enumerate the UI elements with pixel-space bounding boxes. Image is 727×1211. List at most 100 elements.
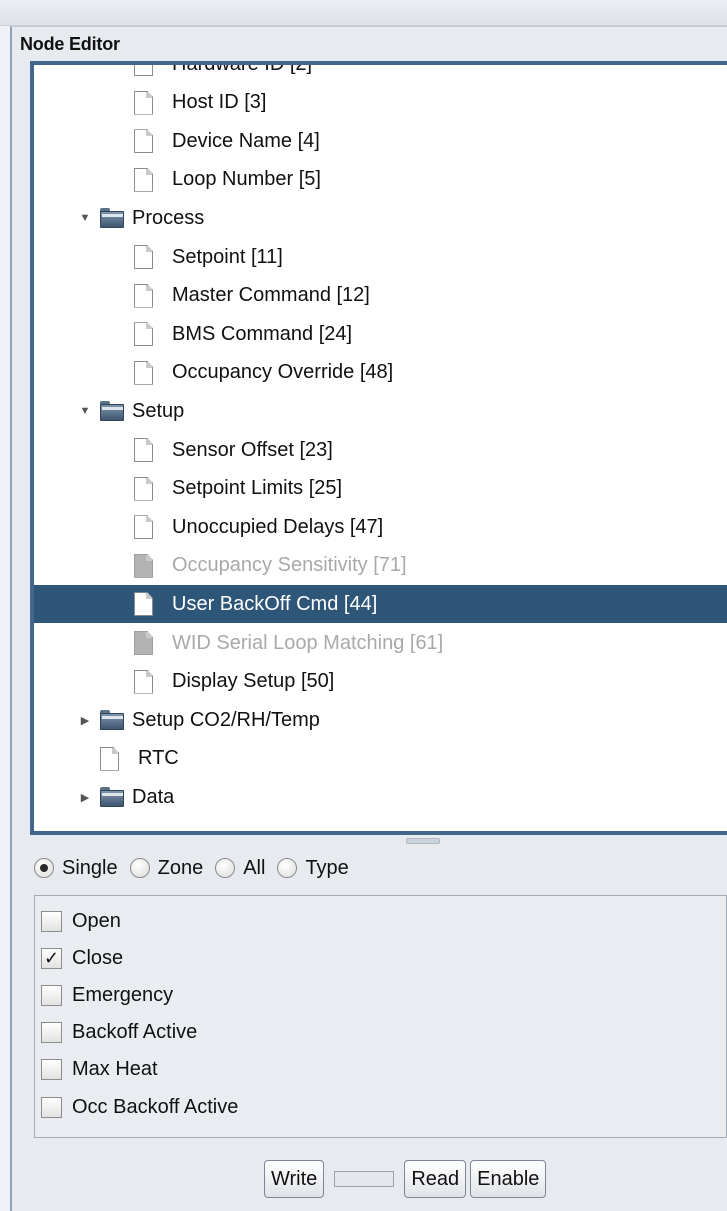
checkbox-label: Max Heat [72,1058,158,1081]
tree-leaf-node[interactable]: Setpoint [11] [34,238,727,276]
tree-leaf-node[interactable]: Occupancy Override [48] [34,354,727,392]
document-icon [134,592,153,617]
tree-leaf-node[interactable]: Sensor Offset [23] [34,431,727,469]
triangle-down-icon[interactable]: ▼ [78,404,92,418]
tree-folder-node[interactable]: ▶ Data [34,778,727,816]
tree-node-label: Process [132,206,205,229]
checkbox[interactable] [41,910,62,932]
tree-leaf-node[interactable]: Setpoint Limits [25] [34,470,727,508]
checkmark-icon: ✓ [43,948,60,969]
document-icon [134,360,153,385]
tree-leaf-node[interactable]: User BackOff Cmd [44] [34,585,727,624]
folder-icon [100,710,124,731]
tree-node-label: Hardware ID [2] [172,61,313,75]
radio-button[interactable] [34,858,54,878]
radio-button[interactable] [215,858,236,878]
document-icon [134,322,153,347]
tree-node-label: Sensor Offset [23] [172,438,333,461]
tree-node-label: Loop Number [5] [172,168,321,191]
checkbox[interactable] [41,1096,62,1118]
checked-checkbox[interactable]: ✓ [41,947,62,969]
document-icon [100,746,119,771]
write-button[interactable]: Write [264,1160,325,1198]
status-progress [334,1171,395,1187]
radio-label: Type [305,856,349,879]
tree-leaf-node[interactable]: RTC [34,740,727,778]
node-tree[interactable]: Hardware ID [2] Host ID [3] Device Name [4… [30,61,727,835]
document-icon [134,283,153,308]
flag-checkbox-row[interactable]: Occ Backoff Active [41,1092,238,1122]
tree-node-label: RTC [138,747,179,770]
document-icon [134,669,153,694]
checkbox[interactable] [41,1059,62,1081]
tree-node-label: Display Setup [50] [172,670,335,693]
tree-folder-node[interactable]: ▼ Setup [34,392,727,430]
scope-option-type[interactable]: Type [277,856,349,880]
action-bar: Write Read Enable [264,1160,547,1198]
flags-panel: Open ✓ Close Emergency Backoff Active Max Hea… [34,895,727,1138]
radio-button[interactable] [129,858,150,878]
checkbox[interactable] [41,984,62,1006]
document-icon [134,129,153,154]
enable-button[interactable]: Enable [470,1160,547,1198]
document-icon [134,631,153,655]
tree-leaf-node[interactable]: Device Name [4] [34,122,727,160]
tree-leaf-node[interactable]: WID Serial Loop Matching [61] [34,624,727,662]
tree-node-label: Occupancy Override [48] [172,361,394,384]
tree-node-label: Device Name [4] [172,129,320,152]
folder-icon [100,401,124,422]
flag-checkbox-row[interactable]: Emergency [41,980,173,1010]
tree-node-label: Setup CO2/RH/Temp [132,708,320,731]
panel-title: Node Editor [20,34,120,54]
folder-icon [100,787,124,808]
read-button[interactable]: Read [404,1160,467,1198]
document-icon [134,553,153,578]
tree-leaf-node[interactable]: Unoccupied Delays [47] [34,508,727,546]
checkbox-label: Open [72,909,121,932]
tree-node-label: Data [132,785,175,808]
tree-node-label: Occupancy Sensitivity [71] [172,554,407,577]
document-icon [134,515,153,540]
window-top-strip [0,0,727,26]
radio-button[interactable] [277,858,298,878]
triangle-down-icon[interactable]: ▼ [78,211,92,225]
tree-node-label: Setup [132,399,185,422]
flag-checkbox-row[interactable]: Backoff Active [41,1018,197,1048]
scope-option-zone[interactable]: Zone [129,856,204,880]
tree-leaf-node[interactable]: Hardware ID [2] [34,61,727,83]
tree-folder-node[interactable]: ▼ Process [34,199,727,237]
triangle-right-icon[interactable]: ▶ [78,790,92,804]
tree-node-label: WID Serial Loop Matching [61] [172,631,444,654]
radio-label: Zone [157,856,204,879]
document-icon [134,90,153,115]
tree-leaf-node[interactable]: Display Setup [50] [34,663,727,701]
document-icon [134,245,153,269]
tree-leaf-node[interactable]: Master Command [12] [34,277,727,315]
flag-checkbox-row[interactable]: Open [41,906,121,936]
tree-leaf-node[interactable]: BMS Command [24] [34,315,727,353]
scope-radio-group: Single Zone All Type [34,850,361,886]
splitter-handle[interactable] [406,838,440,844]
radio-label: All [243,856,266,879]
scope-option-single[interactable]: Single [34,857,118,880]
tree-folder-node[interactable]: ▶ Setup CO2/RH/Temp [34,701,727,739]
scope-option-all[interactable]: All [215,857,265,880]
tree-node-label: BMS Command [24] [172,322,353,345]
tree-node-label: User BackOff Cmd [44] [172,592,378,615]
triangle-right-icon[interactable]: ▶ [78,713,92,727]
tree-node-label: Master Command [12] [172,284,370,307]
tree-node-label: Setpoint Limits [25] [172,477,343,500]
checkbox-label: Backoff Active [72,1021,198,1044]
checkbox-label: Emergency [72,983,174,1006]
checkbox[interactable] [41,1022,62,1044]
checkbox-label: Occ Backoff Active [72,1095,239,1118]
document-icon [134,476,153,501]
tree-leaf-node[interactable]: Host ID [3] [34,84,727,122]
tree-leaf-node[interactable]: Occupancy Sensitivity [71] [34,547,727,585]
flag-checkbox-row[interactable]: Max Heat [41,1055,158,1085]
radio-label: Single [62,856,118,879]
checkbox-label: Close [72,946,124,969]
document-icon [134,167,153,192]
flag-checkbox-row[interactable]: ✓ Close [41,943,123,973]
tree-leaf-node[interactable]: Loop Number [5] [34,161,727,199]
